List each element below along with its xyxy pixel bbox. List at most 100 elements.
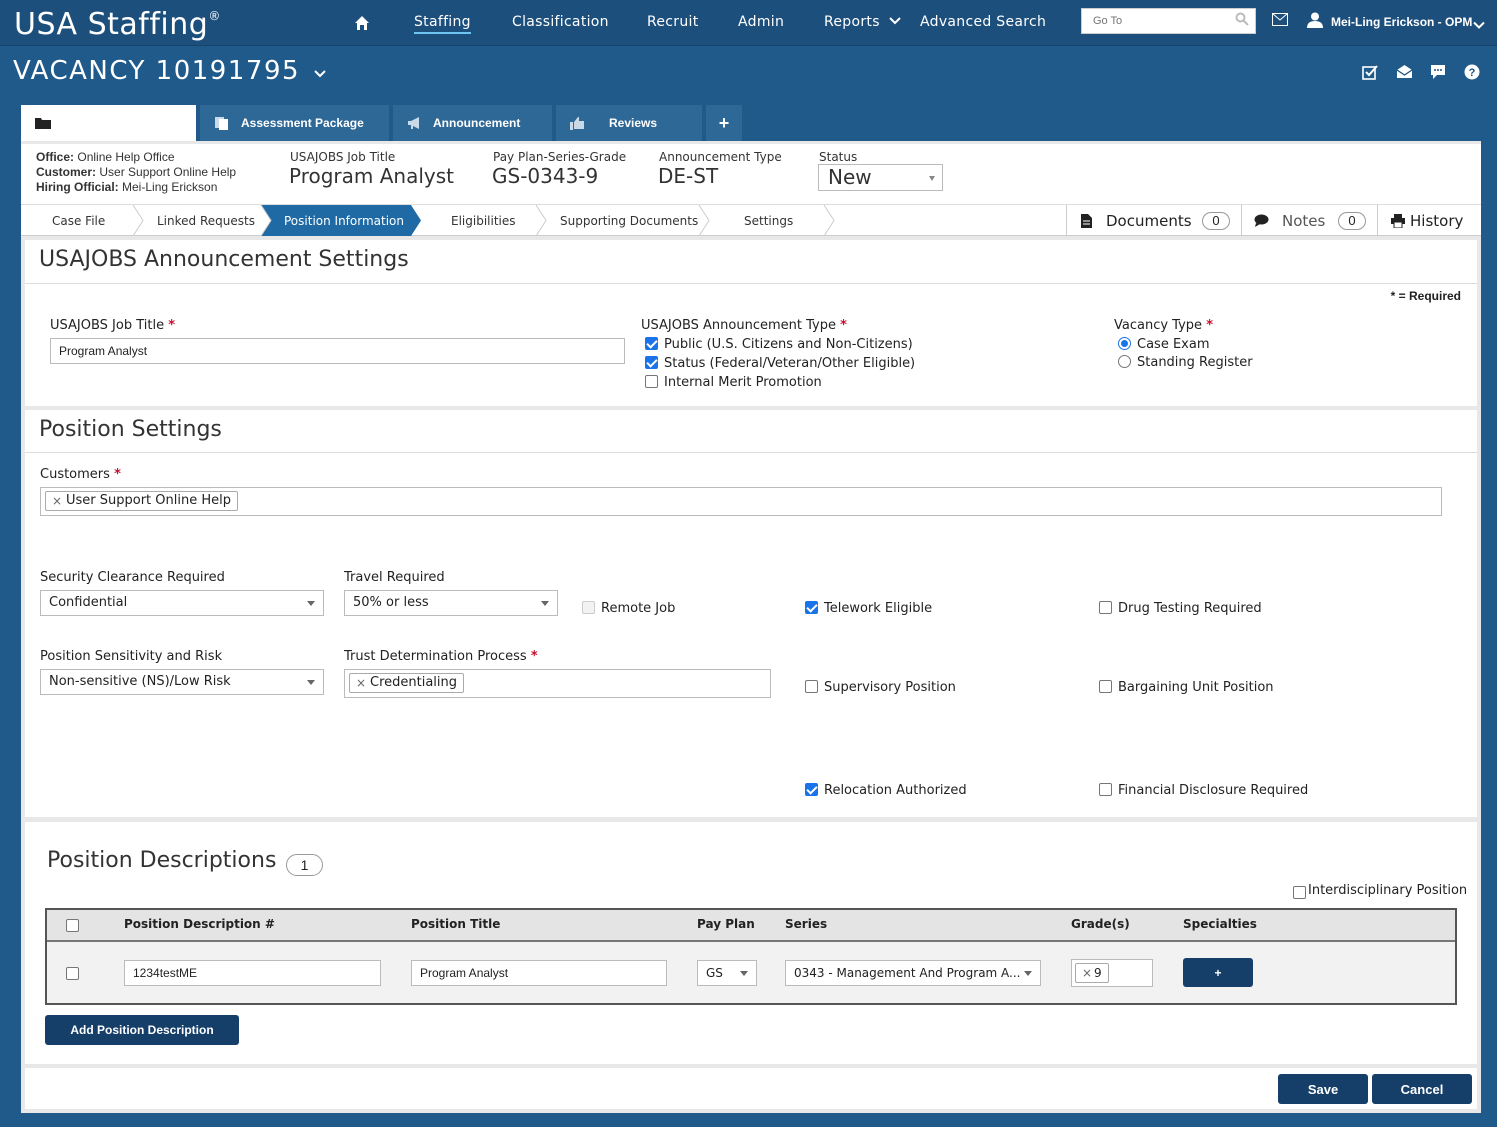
sensitivity-select[interactable]: Non-sensitive (NS)/Low Risk <box>40 669 324 695</box>
col-pay-plan: Pay Plan <box>697 917 755 931</box>
grade-chip-label: 9 <box>1094 966 1102 980</box>
user-menu[interactable]: Mei-Ling Erickson - OPM <box>1331 15 1472 29</box>
pd-title-input[interactable]: Program Analyst <box>411 960 667 986</box>
bargaining-checkbox[interactable] <box>1099 680 1112 693</box>
series-select[interactable]: 0343 - Management And Program A... <box>785 960 1041 986</box>
step-eligibilities[interactable]: Eligibilities <box>451 205 516 236</box>
step-position-information[interactable]: Position Information <box>284 205 404 236</box>
trust-determination-multiselect[interactable]: × Credentialing <box>344 669 771 698</box>
tab-announcement[interactable]: Announcement <box>393 105 552 141</box>
goto-search-field[interactable] <box>1081 8 1256 34</box>
travel-required-label: Travel Required <box>344 570 445 585</box>
step-linked-requests[interactable]: Linked Requests <box>157 205 255 236</box>
standing-register-radio[interactable] <box>1118 355 1131 368</box>
remote-job-checkbox[interactable] <box>582 601 595 614</box>
goto-input[interactable] <box>1082 9 1222 33</box>
mail-icon[interactable] <box>1272 13 1288 29</box>
cancel-button[interactable]: Cancel <box>1372 1074 1472 1104</box>
step-supporting-documents[interactable]: Supporting Documents <box>560 205 698 236</box>
status-select[interactable]: New <box>818 164 943 191</box>
usajobs-section-title: USAJOBS Announcement Settings <box>39 247 409 272</box>
drug-testing-checkbox[interactable] <box>1099 601 1112 614</box>
travel-required-select[interactable]: 50% or less <box>344 590 558 616</box>
standing-register-label: Standing Register <box>1137 355 1253 370</box>
supervisory-checkbox[interactable] <box>805 680 818 693</box>
row-select-checkbox[interactable] <box>66 967 79 980</box>
status-label: Status <box>819 150 858 164</box>
interdisciplinary-checkbox[interactable] <box>1293 886 1306 899</box>
grade-chip[interactable]: × 9 <box>1075 963 1109 983</box>
home-icon[interactable] <box>354 15 370 31</box>
history-label: History <box>1410 212 1464 230</box>
tab-assessment-package[interactable]: Assessment Package <box>200 105 389 141</box>
search-icon[interactable] <box>1235 12 1249 26</box>
relocation-checkbox[interactable] <box>805 783 818 796</box>
user-icon <box>1307 12 1323 31</box>
tab-announcement-label: Announcement <box>433 116 521 130</box>
pay-plan-select[interactable]: GS <box>697 960 757 986</box>
documents-label: Documents <box>1106 212 1192 230</box>
checklist-icon[interactable] <box>1362 64 1378 83</box>
vacancy-title[interactable]: VACANCY 10191795 <box>13 56 326 86</box>
financial-disclosure-checkbox[interactable] <box>1099 783 1112 796</box>
usajobs-job-title-input[interactable]: Program Analyst <box>50 338 625 364</box>
remove-icon[interactable]: × <box>1082 964 1092 982</box>
tab-assessment-package-label: Assessment Package <box>241 116 364 130</box>
hiring-official-value: Mei-Ling Erickson <box>122 180 218 194</box>
chevron-down-icon[interactable] <box>1473 18 1485 33</box>
step-settings[interactable]: Settings <box>744 205 793 236</box>
nav-staffing[interactable]: Staffing <box>414 14 471 34</box>
nav-reports[interactable]: Reports <box>824 14 901 30</box>
nav-advanced-search[interactable]: Advanced Search <box>920 14 1046 30</box>
pd-number-input[interactable]: 1234testME <box>124 960 381 986</box>
documents-button[interactable]: Documents 0 <box>1066 205 1242 236</box>
vacancy-title-text: VACANCY 10191795 <box>13 56 301 86</box>
customer-chip-label: User Support Online Help <box>66 493 231 508</box>
merit-promotion-checkbox[interactable] <box>645 375 658 388</box>
add-position-description-button[interactable]: Add Position Description <box>45 1015 239 1045</box>
hiring-official-label: Hiring Official: <box>36 180 119 194</box>
tab-vacancy[interactable]: Vacancy 10191795 <box>21 105 196 141</box>
save-button[interactable]: Save <box>1278 1074 1368 1104</box>
office-label: Office: <box>36 150 75 164</box>
ann-type-value: DE-ST <box>658 164 719 188</box>
nav-classification[interactable]: Classification <box>512 14 609 30</box>
thumbs-up-icon <box>570 117 584 130</box>
trust-chip[interactable]: × Credentialing <box>349 673 465 693</box>
grades-multiselect[interactable]: × 9 <box>1071 959 1153 987</box>
caret-down-icon <box>541 601 549 606</box>
ann-type-field-label-text: USAJOBS Announcement Type <box>641 318 836 333</box>
case-exam-radio[interactable] <box>1118 337 1131 350</box>
status-checkbox[interactable] <box>645 356 658 369</box>
history-button[interactable]: History <box>1377 205 1481 236</box>
usa-staffing-logo[interactable]: USA Staffing® <box>14 7 221 42</box>
user-name: Mei-Ling Erickson - OPM <box>1331 15 1473 29</box>
remove-icon[interactable]: × <box>356 674 366 692</box>
customer-chip[interactable]: × User Support Online Help <box>45 491 238 511</box>
sensitivity-label: Position Sensitivity and Risk <box>40 649 223 664</box>
divider <box>25 283 1477 284</box>
add-tab-button[interactable]: + <box>706 105 742 141</box>
vacancy-type-label: Vacancy Type * <box>1114 318 1213 333</box>
step-case-file[interactable]: Case File <box>52 205 105 236</box>
status-eligible-label: Status (Federal/Veteran/Other Eligible) <box>664 356 916 371</box>
tab-reviews-label: Reviews <box>609 116 658 130</box>
comment-icon[interactable] <box>1430 64 1446 83</box>
telework-checkbox[interactable] <box>805 601 818 614</box>
help-icon[interactable]: ? <box>1464 64 1480 83</box>
select-all-checkbox[interactable] <box>66 919 79 932</box>
series-value: 0343 - Management And Program A... <box>794 966 1021 980</box>
open-mail-icon[interactable] <box>1396 64 1413 82</box>
nav-admin[interactable]: Admin <box>738 14 784 30</box>
remove-icon[interactable]: × <box>52 492 62 510</box>
security-clearance-select[interactable]: Confidential <box>40 590 324 616</box>
public-checkbox[interactable] <box>645 337 658 350</box>
add-specialty-button[interactable]: + <box>1183 958 1253 987</box>
svg-text:?: ? <box>1469 67 1476 79</box>
tab-reviews[interactable]: Reviews <box>556 105 702 141</box>
notes-count-badge: 0 <box>1338 212 1366 230</box>
nav-recruit[interactable]: Recruit <box>647 14 699 30</box>
customers-multiselect[interactable]: × User Support Online Help <box>40 487 1442 516</box>
notes-button[interactable]: Notes 0 <box>1241 205 1377 236</box>
folder-icon <box>35 118 51 129</box>
